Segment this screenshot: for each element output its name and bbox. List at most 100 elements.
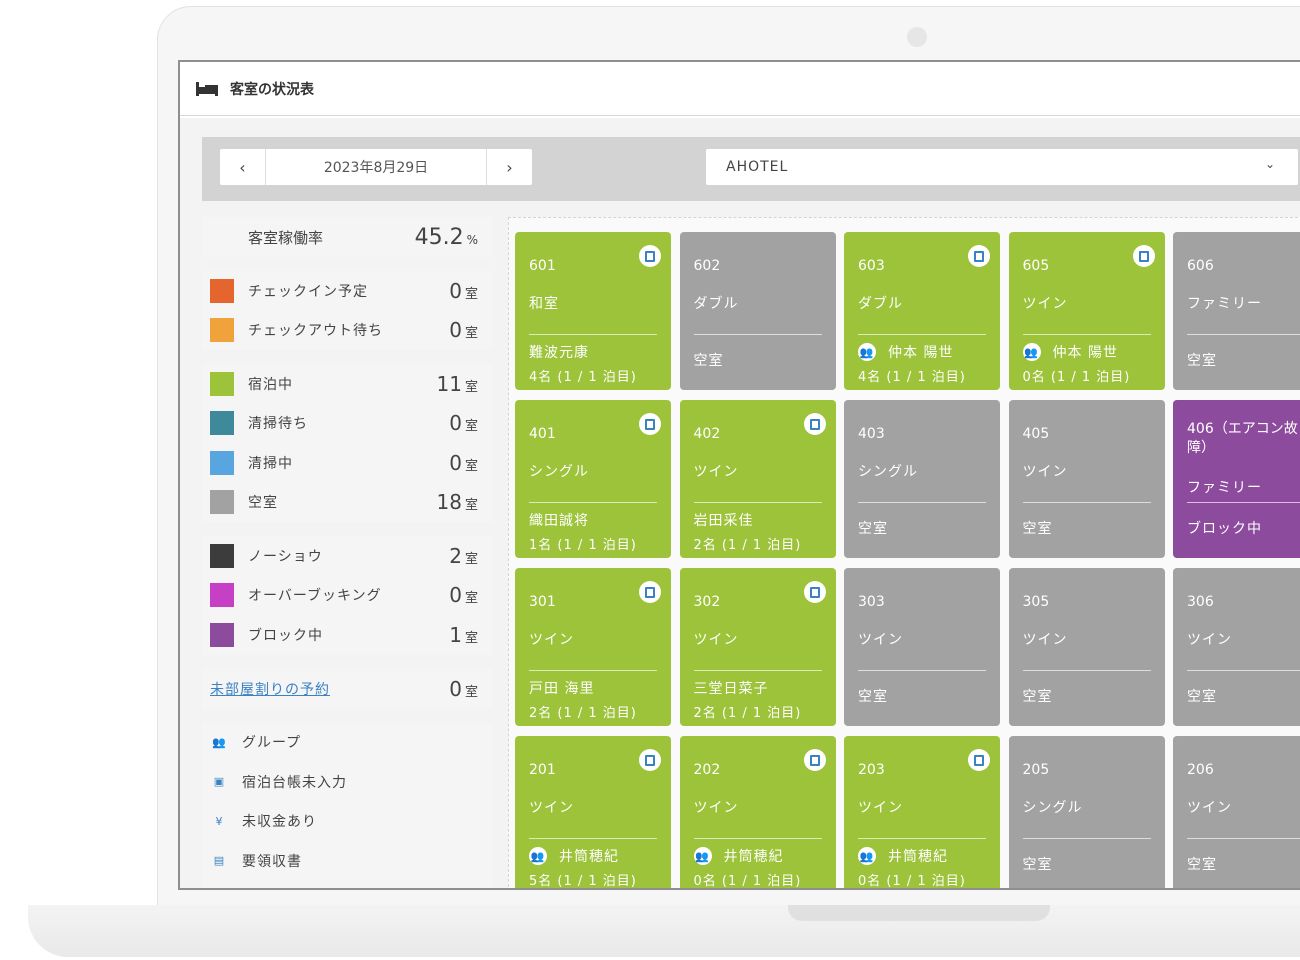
room-number: 201 (529, 762, 556, 778)
room-card-605[interactable]: 605 ツイン 👥 仲本 陽世 0名 (1 / 1 泊目) (1008, 232, 1165, 390)
status-swatch (210, 490, 234, 515)
room-divider (529, 334, 657, 335)
room-guest: 空室 (858, 689, 888, 705)
register-icon: ▣ (213, 775, 225, 789)
status-swatch (210, 450, 234, 475)
room-number: 206 (1187, 762, 1214, 778)
legend-row: ノーショウ 2 室 (202, 536, 492, 576)
room-card-403[interactable]: 403 シングル 空室 (844, 400, 1000, 558)
room-type: ツイン (1022, 632, 1068, 648)
legend-count: 0室 (449, 318, 478, 343)
room-card-606[interactable]: 606 ファミリー 空室 (1173, 232, 1300, 390)
room-number: 405 (1022, 426, 1050, 442)
register-icon (968, 245, 990, 267)
next-date-button[interactable]: › (486, 149, 532, 185)
room-number: 205 (1022, 762, 1050, 778)
room-divider (1187, 502, 1300, 503)
room-card-602[interactable]: 602 ダブル 空室 (679, 232, 836, 390)
room-guest: 空室 (693, 353, 724, 369)
room-guest: 👥 仲本 陽世 (1022, 343, 1118, 361)
room-number: 401 (529, 426, 556, 442)
room-guest: 岩田采佳 (693, 513, 754, 529)
legend-row: 宿泊中 11 室 (202, 364, 492, 404)
room-card-203[interactable]: 203 ツイン 👥 井筒穂紀 0名 (1 / 1 泊目) (844, 736, 1000, 889)
hotel-select-value: AHOTEL (726, 159, 789, 175)
legend-count: 0室 (449, 583, 478, 608)
group-icon: 👥 (212, 735, 226, 749)
room-number: 606 (1187, 258, 1214, 274)
room-divider (693, 334, 822, 335)
register-icon (639, 581, 661, 603)
status-swatch (210, 278, 234, 303)
status-swatch (210, 318, 234, 343)
legend-count: 1室 (449, 622, 478, 647)
room-card-201[interactable]: 201 ツイン 👥 井筒穂紀 5名 (1 / 1 泊目) (515, 736, 671, 889)
laptop-base (28, 905, 1300, 957)
hotel-select[interactable]: AHOTEL ⌄ (706, 149, 1298, 185)
room-card-406[interactable]: 406（エアコン故障） ファミリー ブロック中 (1173, 400, 1300, 558)
status-swatch (210, 622, 234, 647)
room-card-302[interactable]: 302 ツイン 三堂日菜子 2名 (1 / 1 泊目) (679, 568, 836, 726)
icon-legend: 👥 グループ ▣ 宿泊台帳未入力 ¥ 未収金あり ▤ 要領収書 (202, 722, 492, 888)
prev-date-button[interactable]: ‹ (220, 149, 266, 185)
icon-legend-row: ¥ 未収金あり (202, 802, 492, 842)
room-divider (1187, 670, 1300, 671)
room-card-401[interactable]: 401 シングル 織田誠将 1名 (1 / 1 泊目) (515, 400, 671, 558)
room-number: 602 (693, 258, 721, 274)
room-number: 603 (858, 258, 885, 274)
legend-label: 清掃中 (248, 455, 293, 472)
room-type: ファミリー (1187, 480, 1262, 496)
room-guest: 空室 (1187, 353, 1217, 369)
room-card-303[interactable]: 303 ツイン 空室 (844, 568, 1000, 726)
room-guest-count: 1名 (1 / 1 泊目) (529, 538, 637, 553)
room-card-206[interactable]: 206 ツイン 空室 (1173, 736, 1300, 888)
status-swatch (210, 371, 234, 396)
room-guest: 👥 仲本 陽世 (858, 343, 954, 361)
room-card-306[interactable]: 306 ツイン 空室 (1173, 568, 1300, 726)
room-card-205[interactable]: 205 シングル 空室 (1008, 736, 1165, 888)
unassigned-reservations-link[interactable]: 未部屋割りの予約 (210, 679, 330, 699)
room-guest-count: 4名 (1 / 1 泊目) (529, 370, 637, 385)
room-card-305[interactable]: 305 ツイン 空室 (1008, 568, 1165, 726)
register-icon (639, 413, 661, 435)
room-number: 305 (1022, 594, 1050, 610)
room-number: 605 (1022, 258, 1050, 274)
group-icon: 👥 (858, 343, 876, 361)
room-card-603[interactable]: 603 ダブル 👥 仲本 陽世 4名 (1 / 1 泊目) (844, 232, 1000, 390)
room-type: ツイン (1187, 632, 1232, 648)
icon-legend-row: ▤ 要領収書 (202, 841, 492, 881)
legend-row: オーバーブッキング 0 室 (202, 576, 492, 616)
room-guest-count: 2名 (1 / 1 泊目) (529, 706, 637, 721)
legend-count: 18 室 (436, 490, 478, 515)
room-number: 203 (858, 762, 885, 778)
room-card-601[interactable]: 601 和室 難波元康 4名 (1 / 1 泊目) (515, 232, 671, 390)
room-type: ツイン (529, 632, 574, 648)
room-card-202[interactable]: 202 ツイン 👥 井筒穂紀 0名 (1 / 1 泊目) (679, 736, 836, 888)
chevron-down-icon: ⌄ (1264, 157, 1276, 171)
room-type: ツイン (693, 632, 739, 648)
room-card-301[interactable]: 301 ツイン 戸田 海里 2名 (1 / 1 泊目) (515, 568, 671, 726)
register-icon (639, 749, 661, 771)
status-swatch (210, 543, 234, 568)
legend-count: 0室 (449, 278, 478, 303)
room-guest-count: 5名 (1 / 1 泊目) (529, 874, 637, 889)
room-card-405[interactable]: 405 ツイン 空室 (1008, 400, 1165, 558)
room-divider (1187, 334, 1300, 335)
room-divider (858, 334, 986, 335)
room-guest: 空室 (1187, 689, 1217, 705)
room-guest-count: 0名 (1 / 1 泊目) (858, 874, 966, 889)
room-divider (1022, 670, 1151, 671)
legend-count: 0室 (449, 411, 478, 436)
room-guest: 三堂日菜子 (693, 681, 769, 697)
occupancy-rate: 客室稼働率 45.2% (202, 217, 492, 257)
register-icon (639, 245, 661, 267)
room-guest: 👥 井筒穂紀 (693, 847, 784, 865)
room-divider (529, 838, 657, 839)
room-guest: 戸田 海里 (529, 681, 595, 697)
icon-legend-label: グループ (242, 735, 302, 752)
room-divider (858, 838, 986, 839)
date-display[interactable]: 2023年8月29日 (266, 149, 486, 185)
room-card-402[interactable]: 402 ツイン 岩田采佳 2名 (1 / 1 泊目) (679, 400, 836, 558)
legend-row: チェックアウト待ち 0 室 (202, 311, 492, 351)
room-type: ツイン (1022, 464, 1068, 480)
